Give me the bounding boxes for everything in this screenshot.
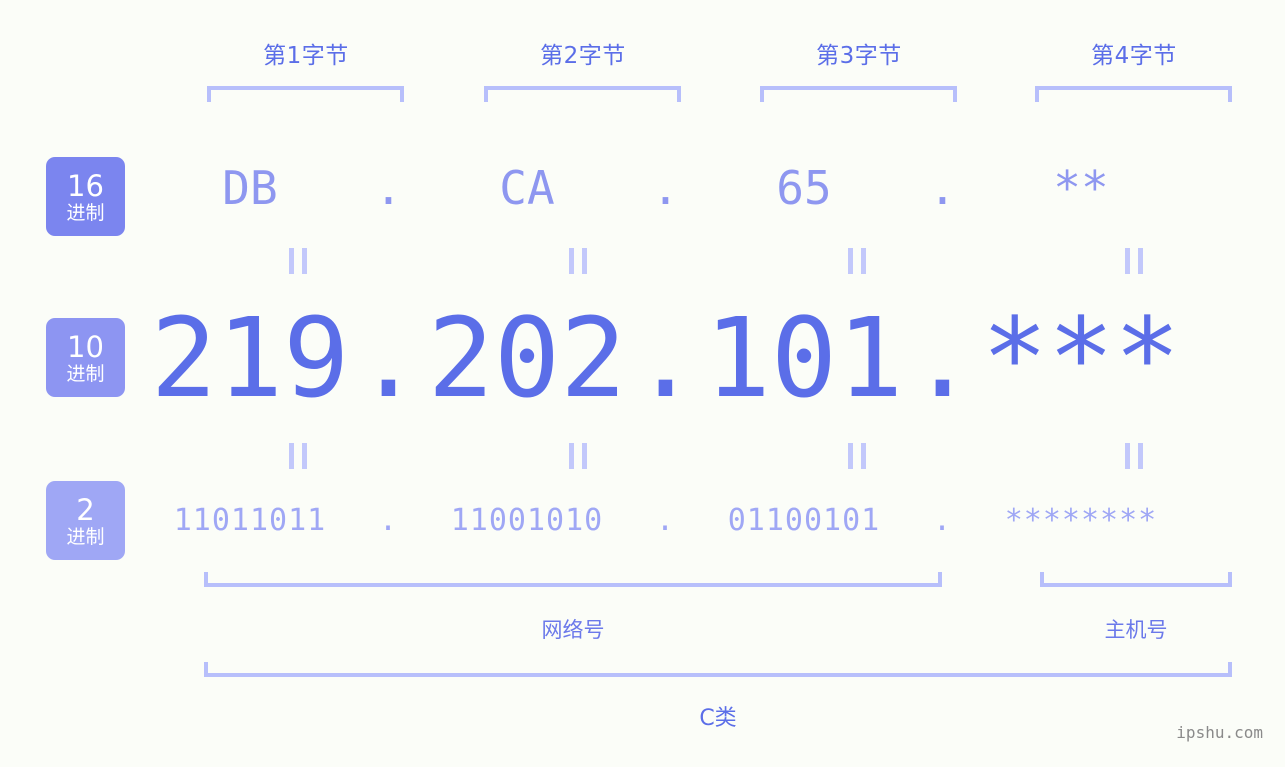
byte-bracket-1: [207, 86, 404, 102]
base-badge-binary: 2 进制: [46, 481, 125, 560]
equals-marker-icon: [1125, 248, 1143, 274]
base-badge-number: 10: [67, 330, 104, 364]
equals-marker-icon: [289, 248, 307, 274]
host-part-bracket: [1040, 572, 1232, 587]
hex-separator-3: .: [928, 161, 957, 215]
byte-bracket-3: [760, 86, 957, 102]
base-badge-unit: 进制: [66, 526, 105, 548]
address-class-bracket: [204, 662, 1232, 677]
equals-marker-icon: [569, 248, 587, 274]
hex-octet-3: 65: [776, 161, 832, 215]
byte-header-2: 第2字节: [540, 43, 626, 69]
equals-marker-icon: [848, 248, 866, 274]
base-badge-number: 2: [76, 493, 95, 527]
hex-separator-1: .: [374, 161, 403, 215]
hex-octet-1: DB: [222, 161, 278, 215]
decimal-separator-2: .: [632, 294, 699, 422]
decimal-octet-1: 219: [150, 294, 350, 422]
decimal-row: 219 . 202 . 101 . ***: [150, 288, 1260, 428]
equals-marker-icon: [289, 443, 307, 469]
binary-octet-4: ********: [1004, 502, 1158, 538]
base-badge-hexadecimal: 16 进制: [46, 157, 125, 236]
hex-separator-2: .: [651, 161, 680, 215]
base-badge-number: 16: [67, 169, 104, 203]
decimal-octet-4: ***: [981, 294, 1181, 422]
byte-bracket-2: [484, 86, 681, 102]
base-badge-decimal: 10 进制: [46, 318, 125, 397]
binary-octet-2: 11001010: [450, 502, 604, 538]
decimal-separator-1: .: [355, 294, 422, 422]
decimal-separator-3: .: [909, 294, 976, 422]
hex-octet-4: **: [1053, 161, 1109, 215]
network-part-label: 网络号: [541, 618, 605, 642]
binary-separator-1: .: [378, 502, 399, 538]
hex-octet-2: CA: [499, 161, 555, 215]
binary-row: 11011011 . 11001010 . 01100101 . *******…: [150, 492, 1260, 548]
binary-separator-3: .: [932, 502, 953, 538]
base-badge-unit: 进制: [66, 202, 105, 224]
equals-marker-icon: [569, 443, 587, 469]
address-class-label: C类: [699, 706, 737, 731]
host-part-label: 主机号: [1104, 618, 1168, 642]
byte-bracket-4: [1035, 86, 1232, 102]
decimal-octet-2: 202: [427, 294, 627, 422]
base-badge-unit: 进制: [66, 363, 105, 385]
byte-header-1: 第1字节: [263, 43, 349, 69]
binary-octet-1: 11011011: [173, 502, 327, 538]
equals-marker-icon: [1125, 443, 1143, 469]
equals-marker-icon: [848, 443, 866, 469]
site-watermark: ipshu.com: [1176, 723, 1263, 742]
binary-separator-2: .: [655, 502, 676, 538]
decimal-octet-3: 101: [704, 294, 904, 422]
byte-header-4: 第4字节: [1091, 43, 1177, 69]
ip-address-breakdown-diagram: 第1字节 第2字节 第3字节 第4字节 16 进制 10 进制 2 进制 DB …: [0, 0, 1285, 767]
byte-header-3: 第3字节: [816, 43, 902, 69]
binary-octet-3: 01100101: [727, 502, 881, 538]
hexadecimal-row: DB . CA . 65 . **: [150, 152, 1260, 224]
network-part-bracket: [204, 572, 942, 587]
